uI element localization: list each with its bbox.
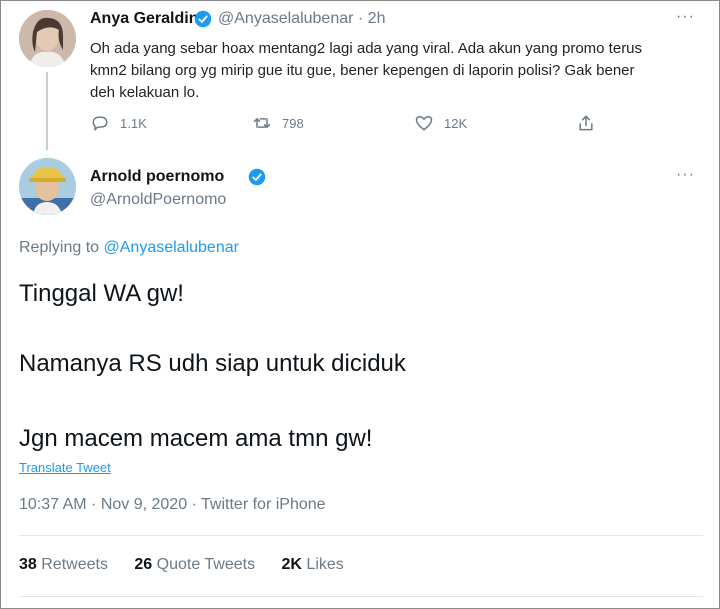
replying-to-label: Replying to bbox=[19, 239, 104, 256]
quote-tweets-stat[interactable]: 26 Quote Tweets bbox=[134, 556, 255, 573]
reply-count: 1.1K bbox=[120, 115, 147, 131]
reply-icon bbox=[92, 116, 108, 131]
avatar[interactable] bbox=[19, 158, 76, 215]
retweet-icon bbox=[253, 118, 271, 128]
tweet-time[interactable]: · 2h bbox=[358, 10, 386, 27]
tweet-timestamp[interactable]: 10:37 AM · Nov 9, 2020 · Twitter for iPh… bbox=[19, 496, 326, 514]
likes-count: 2K bbox=[281, 556, 302, 573]
replying-to-handle-link[interactable]: @Anyaselalubenar bbox=[104, 239, 239, 256]
avatar[interactable] bbox=[19, 10, 76, 67]
quote-tweets-label: Quote Tweets bbox=[152, 556, 256, 573]
user-handle[interactable]: @ArnoldPoernomo bbox=[90, 191, 226, 209]
divider bbox=[19, 596, 703, 597]
tweet-text-line: Jgn macem macem ama tmn gw! bbox=[19, 425, 373, 452]
thread-line bbox=[46, 72, 48, 150]
heart-icon bbox=[415, 116, 433, 131]
like-button[interactable]: 12K bbox=[414, 113, 467, 133]
user-handle[interactable]: @Anyaselalubenar bbox=[218, 10, 353, 27]
retweets-count: 38 bbox=[19, 556, 37, 573]
share-button[interactable] bbox=[576, 113, 596, 133]
display-name[interactable]: Arnold poernomo bbox=[90, 168, 224, 186]
likes-stat[interactable]: 2K Likes bbox=[282, 556, 344, 573]
replying-to: Replying to @Anyaselalubenar bbox=[19, 239, 239, 257]
handle-and-time[interactable]: @Anyaselalubenar · 2h bbox=[218, 10, 385, 28]
tweet-stats: 38 Retweets 26 Quote Tweets 2K Likes bbox=[19, 556, 366, 574]
tweet-text-line: Tinggal WA gw! bbox=[19, 280, 184, 307]
quote-tweets-count: 26 bbox=[134, 556, 153, 573]
retweet-count: 798 bbox=[282, 115, 304, 131]
translate-tweet-link[interactable]: Translate Tweet bbox=[19, 460, 111, 475]
retweets-stat[interactable]: 38 Retweets bbox=[19, 556, 108, 573]
tweet-text-line: Namanya RS udh siap untuk diciduk bbox=[19, 350, 406, 377]
share-icon bbox=[579, 115, 593, 131]
retweet-button[interactable]: 798 bbox=[252, 113, 304, 133]
verified-badge-icon bbox=[194, 10, 212, 28]
tweet-actions: 1.1K 798 12K bbox=[90, 113, 610, 137]
tweet-text: Oh ada yang sebar hoax mentang2 lagi ada… bbox=[90, 40, 643, 101]
retweets-label: Retweets bbox=[36, 556, 108, 573]
likes-label: Likes bbox=[301, 556, 344, 573]
verified-badge-icon bbox=[248, 168, 266, 186]
more-options-icon[interactable]: ··· bbox=[676, 8, 695, 26]
like-count: 12K bbox=[444, 115, 468, 131]
display-name[interactable]: Anya Geraldine bbox=[90, 10, 207, 28]
divider bbox=[19, 535, 703, 536]
reply-button[interactable]: 1.1K bbox=[90, 113, 147, 133]
more-options-icon[interactable]: ··· bbox=[676, 166, 695, 184]
